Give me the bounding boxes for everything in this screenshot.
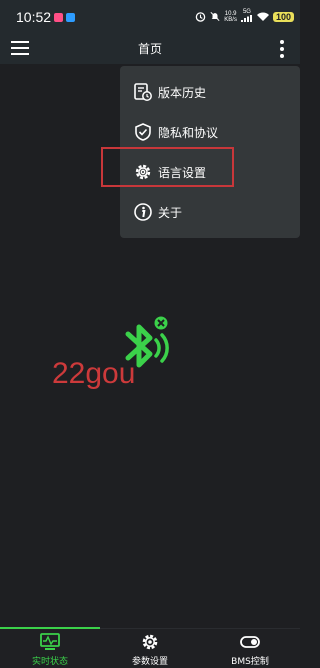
status-bar: 10:52 10.9 KB/s 5G 100 — [0, 0, 300, 34]
app-bar: 首页 — [0, 34, 300, 64]
highlight-box — [101, 147, 234, 187]
version-history-icon — [134, 83, 152, 101]
shield-icon — [135, 123, 151, 141]
tab-parameter-settings[interactable]: 参数设置 — [100, 629, 200, 668]
menu-item-about[interactable]: 关于 — [120, 192, 300, 232]
toggle-icon — [240, 636, 260, 648]
app-notification-icon — [66, 13, 75, 22]
menu-item-version-history[interactable]: 版本历史 — [120, 72, 300, 112]
app-notification-icon — [54, 13, 63, 22]
info-icon — [134, 203, 152, 221]
bottom-nav: 实时状态 参数设置 BMS控制 — [0, 627, 300, 668]
signal-icon — [240, 15, 252, 22]
alarm-icon — [196, 12, 206, 22]
net-speed: 10.9 KB/s — [224, 10, 237, 23]
tab-label: 实时状态 — [31, 657, 68, 667]
more-options-icon[interactable] — [280, 40, 284, 58]
menu-label: 版本历史 — [158, 85, 207, 100]
signal-indicator: 5G — [240, 9, 253, 24]
tab-label: BMS控制 — [231, 657, 269, 667]
menu-label: 隐私和协议 — [158, 125, 219, 140]
watermark: 22gou — [52, 357, 136, 390]
status-icons: 10.9 KB/s 5G 100 — [195, 9, 294, 24]
mute-icon — [210, 11, 220, 22]
tab-realtime-status[interactable]: 实时状态 — [0, 629, 100, 668]
monitor-icon — [40, 633, 60, 650]
page-title: 首页 — [137, 42, 162, 56]
gear-icon — [142, 634, 158, 650]
menu-label: 关于 — [158, 205, 183, 220]
wifi-icon — [256, 12, 269, 21]
battery-level: 100 — [272, 11, 294, 22]
menu-item-privacy[interactable]: 隐私和协议 — [120, 112, 300, 152]
status-time: 10:52 — [16, 9, 52, 25]
tab-bms-control[interactable]: BMS控制 — [200, 629, 300, 668]
tab-label: 参数设置 — [131, 657, 168, 667]
